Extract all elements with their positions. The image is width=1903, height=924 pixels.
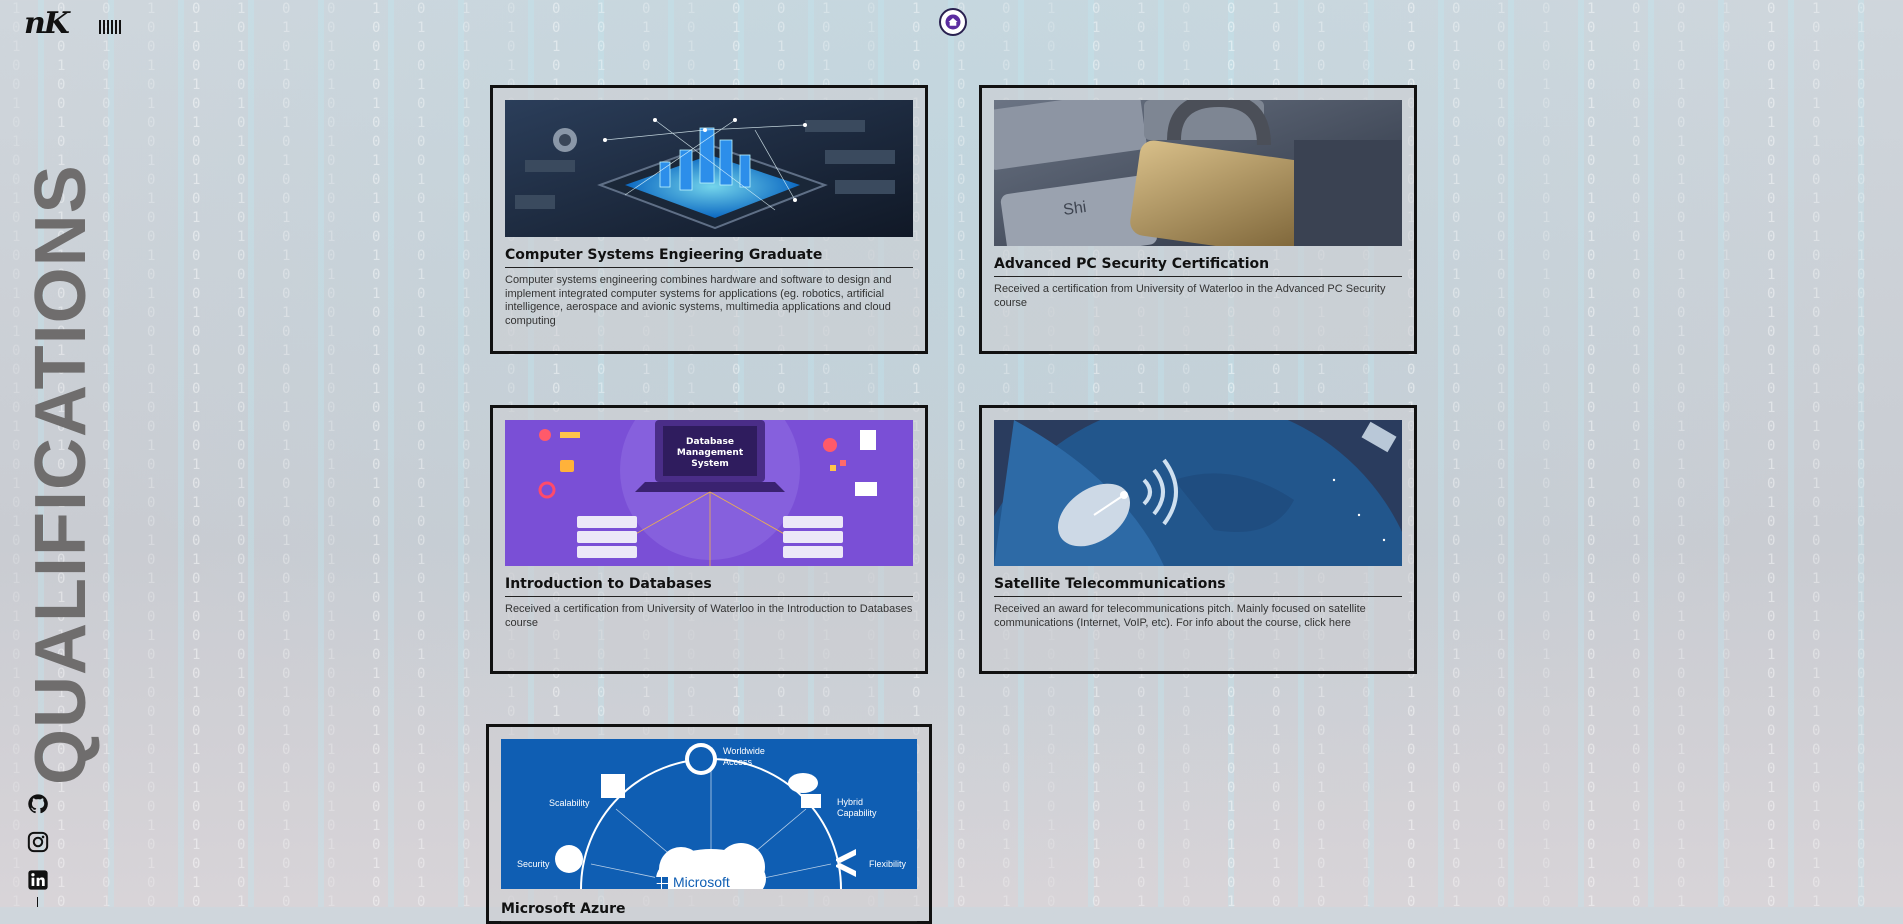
card-description: Computer systems engineering combines ha… — [505, 274, 892, 327]
microsoft-azure-image: Worldwide Access Scalability Hybrid Capa… — [501, 739, 917, 889]
binary-column: 1 0 0 1 0 1 0 0 1 0 1 0 0 1 0 1 0 0 1 0 … — [1497, 1, 1508, 907]
dbms-line-2: Management — [677, 448, 744, 458]
github-icon — [28, 794, 48, 814]
instagram-icon — [27, 831, 49, 853]
qualification-card[interactable]: Shi Advanced PC Security Certification R… — [979, 85, 1417, 354]
card-description: Received a certification from University… — [505, 603, 913, 629]
binary-column: 1 0 0 1 0 1 0 0 1 0 1 0 0 1 0 1 0 0 1 0 … — [372, 1, 383, 907]
github-link[interactable] — [26, 792, 50, 816]
card-title: Microsoft Azure — [501, 901, 917, 922]
binary-column: 1 0 0 1 0 1 0 0 1 0 1 0 0 1 0 1 0 0 1 0 … — [147, 1, 158, 907]
binary-column: 0 1 0 0 1 0 1 0 0 1 0 1 0 0 1 0 1 0 0 1 … — [1767, 1, 1778, 907]
binary-column: 1 0 0 1 0 1 0 0 1 0 1 0 0 1 0 1 0 0 1 0 … — [1722, 1, 1733, 907]
card-title: Computer Systems Engieering Graduate — [505, 247, 913, 268]
qualification-card[interactable]: Satellite Telecommunications Received an… — [979, 405, 1417, 674]
binary-column: 1 0 1 0 0 1 0 1 0 0 1 0 1 0 0 1 0 1 0 0 … — [462, 1, 473, 907]
binary-column: 0 1 0 1 0 0 1 0 1 0 0 1 0 1 0 0 1 0 1 0 … — [282, 1, 293, 907]
satellite-dish-image — [994, 420, 1402, 566]
qualification-card[interactable]: Worldwide Access Scalability Hybrid Capa… — [486, 724, 932, 924]
menu-icon[interactable] — [99, 20, 121, 34]
microsoft-wordmark: Microsoft — [673, 874, 730, 889]
binary-column: 1 0 1 0 0 1 0 1 0 0 1 0 1 0 0 1 0 1 0 0 … — [1587, 1, 1598, 907]
worldwide-label: Worldwide — [723, 746, 765, 756]
card-title: Satellite Telecommunications — [994, 576, 1402, 597]
dbms-line-3: System — [691, 459, 729, 469]
page-title: QUALIFICATIONS — [21, 164, 101, 785]
home-button[interactable] — [939, 8, 967, 36]
binary-rain-background: 1 0 1 0 0 1 0 1 0 0 1 0 1 0 0 1 0 1 0 0 … — [0, 0, 1903, 907]
qualification-card[interactable]: Computer Systems Engieering Graduate Com… — [490, 85, 928, 354]
padlock-keyboard-image: Shi — [994, 100, 1402, 246]
svg-text:Shi: Shi — [1062, 199, 1087, 219]
binary-column: 0 1 0 0 1 0 1 0 0 1 0 1 0 0 1 0 1 0 0 1 … — [1542, 1, 1553, 907]
circuit-city-image — [505, 100, 913, 237]
card-title: Advanced PC Security Certification — [994, 256, 1402, 277]
access-label: Access — [723, 757, 753, 767]
qualification-card[interactable]: Database Management System Introduction … — [490, 405, 928, 674]
hybrid-label: Hybrid — [837, 797, 863, 807]
site-logo[interactable]: nK — [24, 6, 70, 41]
binary-column: 0 0 1 0 1 0 0 1 0 1 0 0 1 0 1 0 0 1 0 1 … — [1677, 1, 1688, 907]
binary-column: 0 0 1 0 1 0 0 1 0 1 0 0 1 0 1 0 0 1 0 1 … — [102, 1, 113, 907]
linkedin-icon — [28, 870, 48, 890]
binary-column: 0 0 1 0 1 0 0 1 0 1 0 0 1 0 1 0 0 1 0 1 … — [327, 1, 338, 907]
flexibility-label: Flexibility — [869, 859, 907, 869]
binary-column: 1 0 1 0 0 1 0 1 0 0 1 0 1 0 0 1 0 1 0 0 … — [1812, 1, 1823, 907]
binary-column: 0 0 1 0 1 0 0 1 0 1 0 0 1 0 1 0 0 1 0 1 … — [1452, 1, 1463, 907]
binary-column: 0 1 0 1 0 0 1 0 1 0 0 1 0 1 0 0 1 0 1 0 … — [1632, 1, 1643, 907]
binary-column: 0 1 0 0 1 0 1 0 0 1 0 1 0 0 1 0 1 0 0 1 … — [192, 1, 203, 907]
social-divider — [37, 897, 38, 907]
capability-label: Capability — [837, 808, 877, 818]
social-links — [26, 792, 50, 892]
dbms-line-1: Database — [686, 437, 734, 447]
binary-column: 1 0 1 0 0 1 0 1 0 0 1 0 1 0 0 1 0 1 0 0 … — [237, 1, 248, 907]
card-description: Received a certification from University… — [994, 283, 1386, 309]
card-title: Introduction to Databases — [505, 576, 913, 597]
instagram-link[interactable] — [26, 830, 50, 854]
linkedin-link[interactable] — [26, 868, 50, 892]
binary-column: 0 1 0 1 0 0 1 0 1 0 0 1 0 1 0 0 1 0 1 0 … — [1857, 1, 1868, 907]
database-management-system-image: Database Management System — [505, 420, 913, 566]
home-icon — [945, 14, 961, 30]
security-label: Security — [517, 859, 550, 869]
binary-column: 0 1 0 1 0 0 1 0 1 0 0 1 0 1 0 0 1 0 1 0 … — [957, 1, 968, 907]
card-description: Received an award for telecommunications… — [994, 603, 1366, 629]
scalability-label: Scalability — [549, 798, 590, 808]
binary-column: 0 1 0 0 1 0 1 0 0 1 0 1 0 0 1 0 1 0 0 1 … — [417, 1, 428, 907]
